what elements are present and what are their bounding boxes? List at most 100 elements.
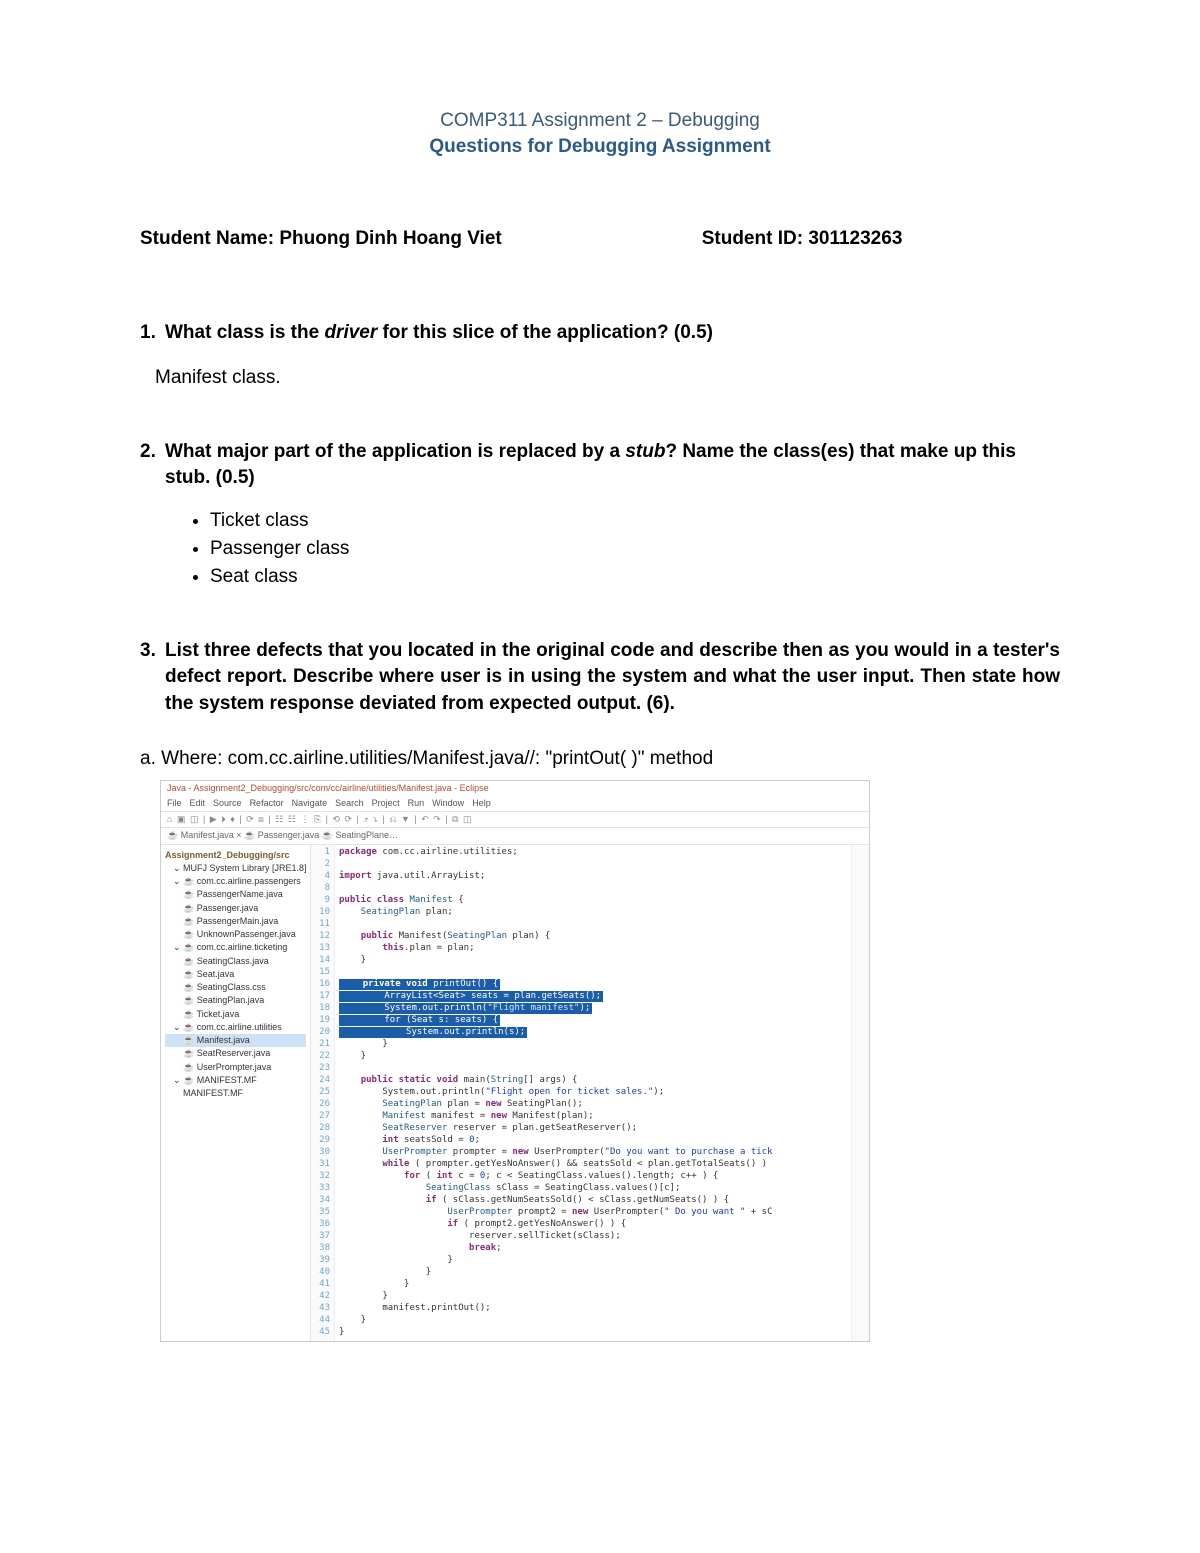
ide-code-area[interactable]: package com.cc.airline.utilities; import … bbox=[335, 845, 851, 1341]
code-line[interactable]: System.out.println("Flight open for tick… bbox=[339, 1087, 847, 1099]
ide-editor-tabs[interactable]: ☕ Manifest.java × ☕ Passenger.java ☕ Sea… bbox=[161, 828, 869, 844]
tree-item[interactable]: Assignment2_Debugging/src bbox=[165, 849, 306, 862]
doc-header-line1: COMP311 Assignment 2 – Debugging bbox=[140, 110, 1060, 132]
code-line[interactable]: System.out.println("Flight manifest"); bbox=[339, 1003, 847, 1015]
tree-item[interactable]: ☕ Ticket.java bbox=[165, 1008, 306, 1021]
tree-item[interactable]: ☕ Passenger.java bbox=[165, 902, 306, 915]
line-number: 22 bbox=[313, 1051, 330, 1063]
code-line[interactable]: } bbox=[339, 1051, 847, 1063]
tree-item[interactable]: ☕ PassengerName.java bbox=[165, 888, 306, 901]
tree-item[interactable]: MANIFEST.MF bbox=[165, 1087, 306, 1100]
code-line[interactable]: } bbox=[339, 1255, 847, 1267]
line-number: 38 bbox=[313, 1243, 330, 1255]
q3-number: 3. bbox=[140, 640, 165, 662]
q3a-line: a. Where: com.cc.airline.utilities/Manif… bbox=[140, 748, 1060, 770]
tree-item[interactable]: ⌄ ☕ com.cc.airline.utilities bbox=[165, 1021, 306, 1034]
menu-help[interactable]: Help bbox=[472, 798, 491, 809]
code-line[interactable]: ArrayList<Seat> seats = plan.getSeats(); bbox=[339, 991, 847, 1003]
tree-item[interactable]: ☕ SeatingClass.java bbox=[165, 955, 306, 968]
code-line[interactable]: } bbox=[339, 1291, 847, 1303]
code-line[interactable]: } bbox=[339, 955, 847, 967]
line-number: 8 bbox=[313, 883, 330, 895]
student-id-label: Student ID: bbox=[702, 228, 803, 249]
code-line[interactable]: for ( int c = 0; c < SeatingClass.values… bbox=[339, 1171, 847, 1183]
line-number: 31 bbox=[313, 1159, 330, 1171]
code-line[interactable] bbox=[339, 1063, 847, 1075]
code-line[interactable]: SeatReserver reserver = plan.getSeatRese… bbox=[339, 1123, 847, 1135]
code-line[interactable]: manifest.printOut(); bbox=[339, 1303, 847, 1315]
tree-item[interactable]: ☕ SeatReserver.java bbox=[165, 1047, 306, 1060]
code-line[interactable] bbox=[339, 859, 847, 871]
q3a-where-text: Where: com.cc.airline.utilities/Manifest… bbox=[161, 748, 713, 769]
tree-item[interactable]: ☕ PassengerMain.java bbox=[165, 915, 306, 928]
line-number: 40 bbox=[313, 1267, 330, 1279]
code-line[interactable]: for (Seat s: seats) { bbox=[339, 1015, 847, 1027]
code-line[interactable]: package com.cc.airline.utilities; bbox=[339, 847, 847, 859]
tree-item[interactable]: ☕ SeatingClass.css bbox=[165, 981, 306, 994]
code-line[interactable]: } bbox=[339, 1039, 847, 1051]
line-number: 18 bbox=[313, 1003, 330, 1015]
code-line[interactable]: UserPrompter prompter = new UserPrompter… bbox=[339, 1147, 847, 1159]
ide-editor[interactable]: 1248910111213141516171819202122232425262… bbox=[311, 845, 869, 1341]
menu-source[interactable]: Source bbox=[213, 798, 242, 809]
tree-item[interactable]: ⌄ MUFJ System Library [JRE1.8] bbox=[165, 862, 306, 875]
menu-window[interactable]: Window bbox=[432, 798, 464, 809]
q1-text-before: What class is the bbox=[165, 322, 324, 343]
question-1: 1. What class is the driver for this sli… bbox=[140, 320, 1060, 389]
code-line[interactable]: int seatsSold = 0; bbox=[339, 1135, 847, 1147]
ide-overview-ruler bbox=[851, 845, 869, 1341]
ide-project-explorer[interactable]: Assignment2_Debugging/src⌄ MUFJ System L… bbox=[161, 845, 311, 1341]
tree-item[interactable]: ⌄ ☕ MANIFEST.MF bbox=[165, 1074, 306, 1087]
code-line[interactable]: SeatingPlan plan; bbox=[339, 907, 847, 919]
code-line[interactable]: public class Manifest { bbox=[339, 895, 847, 907]
code-line[interactable]: } bbox=[339, 1327, 847, 1339]
menu-file[interactable]: File bbox=[167, 798, 182, 809]
q3-text: List three defects that you located in t… bbox=[165, 638, 1060, 718]
menu-search[interactable]: Search bbox=[335, 798, 364, 809]
code-line[interactable]: UserPrompter prompt2 = new UserPrompter(… bbox=[339, 1207, 847, 1219]
code-line[interactable]: reserver.sellTicket(sClass); bbox=[339, 1231, 847, 1243]
ide-toolbar[interactable]: ⌂ ▣ ◫ | ▶ ⏵ ♦ | ⟳ ⧈ | ☷ ☷ ⋮ ⎘ | ⟲ ⟳ | ⤴ … bbox=[161, 812, 869, 828]
menu-refactor[interactable]: Refactor bbox=[250, 798, 284, 809]
q2-bullet-list: Ticket class Passenger class Seat class bbox=[210, 510, 1060, 588]
tree-item[interactable]: ☕ SeatingPlan.java bbox=[165, 994, 306, 1007]
code-line[interactable]: SeatingClass sClass = SeatingClass.value… bbox=[339, 1183, 847, 1195]
tree-item[interactable]: ⌄ ☕ com.cc.airline.passengers bbox=[165, 875, 306, 888]
q1-text-em: driver bbox=[324, 322, 377, 343]
line-number: 43 bbox=[313, 1303, 330, 1315]
ide-menubar[interactable]: File Edit Source Refactor Navigate Searc… bbox=[161, 796, 869, 812]
menu-run[interactable]: Run bbox=[408, 798, 425, 809]
code-line[interactable]: } bbox=[339, 1315, 847, 1327]
code-line[interactable]: this.plan = plan; bbox=[339, 943, 847, 955]
menu-navigate[interactable]: Navigate bbox=[292, 798, 328, 809]
menu-project[interactable]: Project bbox=[372, 798, 400, 809]
code-line[interactable]: public Manifest(SeatingPlan plan) { bbox=[339, 931, 847, 943]
tree-item[interactable]: ☕ UnknownPassenger.java bbox=[165, 928, 306, 941]
question-2: 2. What major part of the application is… bbox=[140, 439, 1060, 588]
code-line[interactable]: while ( prompter.getYesNoAnswer() && sea… bbox=[339, 1159, 847, 1171]
tree-item[interactable]: ☕ Manifest.java bbox=[165, 1034, 306, 1047]
tree-item[interactable]: ⌄ ☕ com.cc.airline.ticketing bbox=[165, 941, 306, 954]
question-3: 3. List three defects that you located i… bbox=[140, 638, 1060, 718]
code-line[interactable]: System.out.println(s); bbox=[339, 1027, 847, 1039]
code-line[interactable]: } bbox=[339, 1267, 847, 1279]
code-line[interactable]: import java.util.ArrayList; bbox=[339, 871, 847, 883]
line-number: 13 bbox=[313, 943, 330, 955]
tree-item[interactable]: ☕ UserPrompter.java bbox=[165, 1061, 306, 1074]
code-line[interactable]: } bbox=[339, 1279, 847, 1291]
code-line[interactable] bbox=[339, 883, 847, 895]
line-number: 28 bbox=[313, 1123, 330, 1135]
tree-item[interactable]: ☕ Seat.java bbox=[165, 968, 306, 981]
code-line[interactable]: if ( prompt2.getYesNoAnswer() ) { bbox=[339, 1219, 847, 1231]
line-number: 23 bbox=[313, 1063, 330, 1075]
code-line[interactable]: private void printOut() { bbox=[339, 979, 847, 991]
menu-edit[interactable]: Edit bbox=[190, 798, 206, 809]
line-number: 10 bbox=[313, 907, 330, 919]
code-line[interactable]: break; bbox=[339, 1243, 847, 1255]
code-line[interactable]: Manifest manifest = new Manifest(plan); bbox=[339, 1111, 847, 1123]
code-line[interactable]: SeatingPlan plan = new SeatingPlan(); bbox=[339, 1099, 847, 1111]
code-line[interactable] bbox=[339, 919, 847, 931]
code-line[interactable]: if ( sClass.getNumSeatsSold() < sClass.g… bbox=[339, 1195, 847, 1207]
code-line[interactable] bbox=[339, 967, 847, 979]
code-line[interactable]: public static void main(String[] args) { bbox=[339, 1075, 847, 1087]
